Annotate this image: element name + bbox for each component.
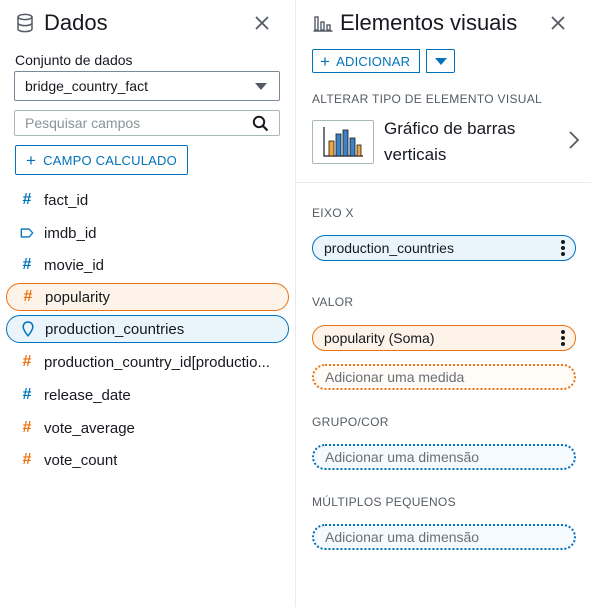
add-dimension-text: Adicionar uma dimensão: [325, 529, 480, 545]
dataset-select[interactable]: bridge_country_fact: [14, 71, 280, 101]
field-release-date[interactable]: # release_date: [6, 381, 289, 409]
hash-icon: #: [22, 419, 32, 436]
visual-type-name: Gráfico de barras verticais: [384, 119, 516, 164]
change-visual-type-label: ALTERAR TIPO DE ELEMENTO VISUAL: [312, 92, 543, 106]
chevron-right-icon: [568, 130, 580, 155]
value-field-well[interactable]: popularity (Soma): [312, 325, 576, 351]
value-label: VALOR: [312, 295, 354, 309]
field-production-country-id[interactable]: # production_country_id[productio...: [6, 348, 289, 376]
group-color-dropzone[interactable]: Adicionar uma dimensão: [312, 444, 576, 470]
field-fact-id[interactable]: # fact_id: [6, 186, 289, 214]
search-placeholder: Pesquisar campos: [25, 115, 141, 131]
x-axis-label: EIXO X: [312, 206, 354, 220]
bar-chart-icon: [312, 12, 334, 34]
divider: [296, 182, 591, 183]
caret-down-icon: [434, 57, 447, 65]
search-fields-input[interactable]: Pesquisar campos: [14, 110, 280, 136]
field-name: vote_count: [44, 451, 118, 469]
field-imdb-id[interactable]: imdb_id: [6, 219, 289, 247]
calculated-field-button[interactable]: + CAMPO CALCULADO: [15, 145, 188, 175]
value-field-name: popularity (Soma): [324, 330, 435, 346]
hash-icon: #: [22, 191, 32, 208]
add-visual-button[interactable]: + ADICIONAR: [312, 49, 421, 73]
calculated-field-label: CAMPO CALCULADO: [43, 152, 177, 168]
add-visual-label: ADICIONAR: [336, 53, 411, 69]
field-vote-count[interactable]: # vote_count: [6, 446, 289, 474]
close-icon[interactable]: [547, 12, 569, 34]
x-axis-field-well[interactable]: production_countries: [312, 235, 576, 261]
field-production-countries[interactable]: production_countries: [6, 315, 289, 343]
field-name: fact_id: [44, 191, 89, 209]
more-options-icon[interactable]: [561, 330, 565, 346]
field-name: vote_average: [44, 419, 135, 437]
hash-icon: #: [22, 451, 32, 468]
small-multiples-dropzone[interactable]: Adicionar uma dimensão: [312, 524, 576, 550]
field-vote-average[interactable]: # vote_average: [6, 414, 289, 442]
hash-icon: #: [22, 256, 32, 273]
small-multiples-label: MÚLTIPLOS PEQUENOS: [312, 495, 456, 509]
field-name: movie_id: [44, 256, 105, 274]
more-options-icon[interactable]: [561, 240, 565, 256]
hash-icon: #: [22, 353, 32, 370]
visual-type-selector[interactable]: Gráfico de barras verticais: [312, 117, 582, 167]
close-icon[interactable]: [251, 12, 273, 34]
data-panel-title: Dados: [44, 10, 108, 35]
visuals-panel-title: Elementos visuais: [340, 10, 518, 35]
vertical-bar-chart-icon: [312, 120, 374, 164]
hash-icon: #: [23, 288, 33, 305]
plus-icon: +: [26, 150, 37, 170]
visuals-panel-header: Elementos visuais: [312, 8, 581, 38]
add-visual-dropdown[interactable]: [426, 49, 455, 73]
plus-icon: +: [320, 51, 331, 71]
add-measure-text: Adicionar uma medida: [325, 369, 465, 385]
field-name: release_date: [44, 386, 131, 404]
group-color-label: GRUPO/COR: [312, 415, 389, 429]
data-panel: Dados Conjunto de dados bridge_country_f…: [0, 0, 296, 607]
x-axis-field-name: production_countries: [324, 240, 454, 256]
field-name: imdb_id: [44, 224, 97, 242]
hash-icon: #: [22, 386, 32, 403]
field-name: production_country_id[productio...: [44, 353, 270, 371]
data-panel-header: Dados: [14, 8, 285, 38]
field-popularity[interactable]: # popularity: [6, 283, 289, 311]
dataset-label: Conjunto de dados: [15, 52, 133, 68]
location-pin-icon: [21, 321, 35, 337]
dataset-select-value: bridge_country_fact: [25, 78, 148, 94]
add-measure-dropzone[interactable]: Adicionar uma medida: [312, 364, 576, 390]
field-name: production_countries: [45, 320, 185, 338]
search-icon[interactable]: [252, 115, 269, 135]
field-name: popularity: [45, 288, 111, 306]
caret-down-icon: [255, 83, 267, 90]
add-dimension-text: Adicionar uma dimensão: [325, 449, 480, 465]
visuals-panel: Elementos visuais + ADICIONAR ALTERAR TI…: [296, 0, 591, 607]
field-movie-id[interactable]: # movie_id: [6, 251, 289, 279]
tag-icon: [20, 226, 34, 240]
database-icon: [14, 12, 36, 34]
